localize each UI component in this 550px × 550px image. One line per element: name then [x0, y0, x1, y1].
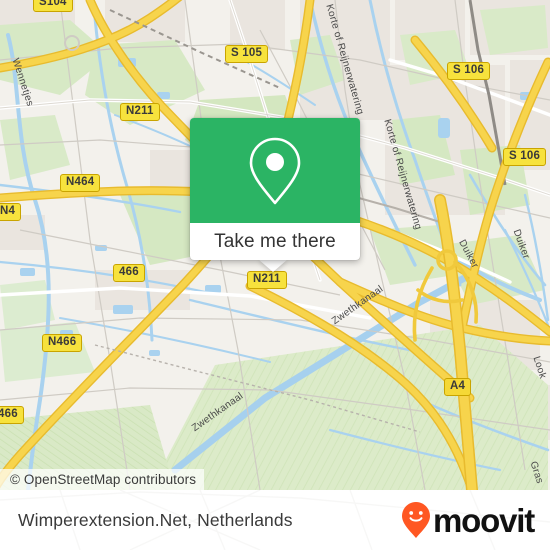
road-shield: 466	[113, 264, 145, 283]
road-shield: 466	[0, 406, 24, 425]
take-me-there-popup[interactable]: Take me there	[190, 118, 360, 260]
road-shield: N211	[247, 271, 287, 290]
road-shield: A4	[444, 378, 472, 397]
map-viewport[interactable]: S104 S 105 S 106 S 106 N211 N464 N4 466 …	[0, 0, 550, 490]
location-title: Wimperextension.Net, Netherlands	[18, 509, 293, 530]
road-shield: S 105	[225, 45, 269, 64]
moovit-smiley-pin-icon	[402, 502, 431, 538]
moovit-wordmark: moovit	[433, 501, 535, 539]
footer-bar: Wimperextension.Net, Netherlands moovit	[0, 490, 550, 550]
road-shield: N211	[120, 103, 160, 122]
moovit-logo[interactable]: moovit	[401, 490, 535, 550]
location-pin-icon	[249, 137, 301, 204]
osm-attribution[interactable]: © OpenStreetMap contributors	[0, 469, 205, 490]
road-shield: S 106	[503, 148, 547, 167]
road-shield: N4	[0, 203, 22, 222]
road-shield: N464	[60, 174, 101, 193]
road-shield: N466	[42, 334, 83, 353]
popup-pointer	[258, 259, 288, 272]
road-shield: S 106	[447, 62, 491, 81]
road-shield: S104	[33, 0, 73, 13]
take-me-there-label[interactable]: Take me there	[190, 223, 360, 260]
popup-icon-area	[190, 118, 360, 223]
